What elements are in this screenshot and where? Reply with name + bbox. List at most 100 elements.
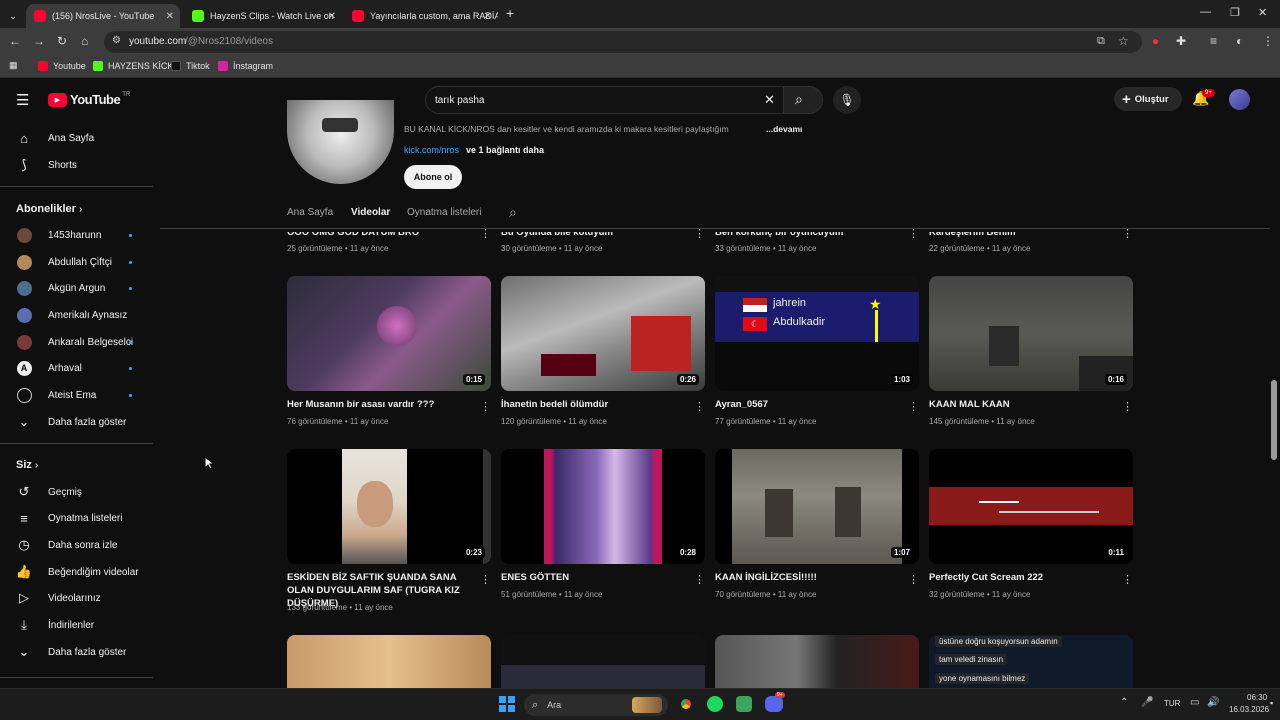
video-title[interactable]: İhanetin bedeli ölümdür bbox=[501, 398, 681, 411]
subscriptions-heading[interactable]: Abonelikler › bbox=[16, 203, 82, 215]
more-icon[interactable]: ⋮ bbox=[1122, 227, 1133, 240]
youtube-logo[interactable]: ▶ YouTube TR bbox=[48, 92, 130, 107]
video-thumbnail[interactable] bbox=[715, 635, 919, 688]
sidebar-item-home[interactable]: ⌂ Ana Sayfa bbox=[0, 125, 153, 151]
sidebar-item-history[interactable]: ↺ Geçmiş bbox=[0, 479, 153, 505]
sidebar-show-more-subs[interactable]: ⌄ Daha fazla göster bbox=[0, 409, 153, 435]
video-title[interactable]: KAAN MAL KAAN bbox=[929, 398, 1109, 411]
account-avatar[interactable] bbox=[1229, 89, 1250, 110]
extension-icon[interactable]: ● bbox=[1152, 34, 1159, 48]
sidebar-sub-ankarali[interactable]: Ankaralı Belgeselci bbox=[0, 329, 153, 355]
notification-center-icon[interactable]: ▪ bbox=[1270, 698, 1273, 708]
language-indicator[interactable]: TUR bbox=[1164, 699, 1180, 708]
sidebar-item-downloads[interactable]: ⤓ İndirilenler bbox=[0, 612, 153, 638]
microphone-icon[interactable]: 🎤 bbox=[1141, 697, 1153, 708]
menu-icon[interactable]: ⋮ bbox=[1262, 34, 1274, 48]
reload-icon[interactable]: ↻ bbox=[57, 34, 67, 48]
channel-link[interactable]: kick.com/nros bbox=[404, 145, 459, 155]
video-title[interactable]: ENES GÖTTEN bbox=[501, 571, 681, 584]
tab-search-button[interactable]: ⌄ bbox=[4, 4, 22, 28]
close-icon[interactable]: ✕ bbox=[484, 11, 492, 22]
clock-time[interactable]: 06:30 bbox=[1247, 693, 1267, 702]
description-more-link[interactable]: ...devamı bbox=[766, 124, 802, 134]
sidebar-sub-1453harunn[interactable]: 1453harunn bbox=[0, 222, 153, 248]
install-app-icon[interactable]: ⧉ bbox=[1097, 35, 1105, 48]
search-button[interactable]: ⌕ bbox=[783, 86, 823, 114]
more-icon[interactable]: ⋮ bbox=[1122, 400, 1133, 413]
bookmark-tiktok[interactable]: Tiktok bbox=[171, 61, 210, 71]
more-icon[interactable]: ⋮ bbox=[694, 400, 705, 413]
apps-grid-icon[interactable]: ▦ bbox=[9, 60, 18, 71]
video-title[interactable]: Her Musanın bir asası vardır ??? bbox=[287, 398, 467, 411]
video-thumbnail[interactable]: jahrein ☾ Abdulkadir ★ 1:03 bbox=[715, 276, 919, 391]
more-icon[interactable]: ⋮ bbox=[1122, 573, 1133, 586]
new-tab-icon[interactable]: + bbox=[506, 5, 514, 21]
sidebar-sub-amerikali[interactable]: Amerikalı Aynasız bbox=[0, 302, 153, 328]
clear-search-icon[interactable]: ✕ bbox=[764, 92, 775, 108]
create-button[interactable]: + Oluştur bbox=[1114, 87, 1182, 111]
video-thumbnail[interactable]: 0:15 bbox=[287, 276, 491, 391]
star-icon[interactable]: ☆ bbox=[1118, 34, 1129, 48]
media-icon[interactable]: ≡ bbox=[1210, 34, 1217, 48]
more-icon[interactable]: ⋮ bbox=[480, 400, 491, 413]
channel-avatar[interactable] bbox=[287, 100, 394, 184]
bookmark-youtube[interactable]: Youtube bbox=[38, 61, 86, 71]
site-info-icon[interactable]: ⚙ bbox=[112, 35, 121, 46]
video-thumbnail[interactable]: 1:07 bbox=[715, 449, 919, 564]
restore-icon[interactable]: ❐ bbox=[1230, 6, 1240, 19]
tab-videos[interactable]: Videolar bbox=[351, 207, 390, 218]
video-thumbnail[interactable]: 0:23 bbox=[287, 449, 491, 564]
minimize-icon[interactable]: — bbox=[1200, 6, 1211, 18]
more-icon[interactable]: ⋮ bbox=[908, 400, 919, 413]
tab-youtube[interactable]: (156) NrosLive - YouTube ✕ bbox=[26, 4, 180, 28]
more-icon[interactable]: ⋮ bbox=[480, 227, 491, 240]
tab-playlists[interactable]: Oynatma listeleri bbox=[407, 207, 481, 218]
scrollbar-thumb[interactable] bbox=[1271, 380, 1277, 460]
back-icon[interactable]: ← bbox=[9, 34, 21, 48]
video-title[interactable]: KAAN İNGİLİZCESİ!!!!! bbox=[715, 571, 895, 584]
sidebar-sub-ateist[interactable]: Ateist Ema bbox=[0, 382, 153, 408]
subscribe-button[interactable]: Abone ol bbox=[404, 165, 462, 189]
clock-date[interactable]: 16.03.2026 bbox=[1229, 705, 1269, 714]
video-thumbnail[interactable]: 0:11 bbox=[929, 449, 1133, 564]
more-icon[interactable]: ⋮ bbox=[694, 573, 705, 586]
video-thumbnail[interactable]: 0:28 bbox=[501, 449, 705, 564]
app-icon[interactable] bbox=[736, 696, 752, 712]
chevron-up-icon[interactable]: ⌃ bbox=[1120, 697, 1128, 708]
sidebar-show-more-you[interactable]: ⌄ Daha fazla göster bbox=[0, 639, 153, 665]
network-icon[interactable]: ▭ bbox=[1190, 697, 1199, 708]
channel-search-icon[interactable]: ⌕ bbox=[509, 204, 517, 221]
close-window-icon[interactable]: ✕ bbox=[1258, 6, 1267, 19]
bookmark-instagram[interactable]: İnstagram bbox=[218, 61, 273, 71]
sidebar-sub-akgun[interactable]: Akgün Argun bbox=[0, 275, 153, 301]
video-title[interactable]: Ayran_0567 bbox=[715, 398, 895, 411]
sidebar-item-your-videos[interactable]: ▷ Videolarınız bbox=[0, 585, 153, 611]
spotify-icon[interactable] bbox=[707, 696, 723, 712]
search-input[interactable]: tarık pasha ✕ bbox=[425, 86, 785, 114]
puzzle-icon[interactable]: ✚ bbox=[1176, 34, 1186, 48]
video-thumbnail[interactable]: üstüne doğru koşuyorsun adamın tam veled… bbox=[929, 635, 1133, 688]
video-thumbnail[interactable] bbox=[501, 635, 705, 688]
tab-kick-clips[interactable]: HayzenS Clips - Watch Live on ✕ bbox=[184, 4, 342, 28]
address-bar[interactable]: ⚙ youtube.com /@Nros2108/videos ⧉ ☆ bbox=[104, 31, 1142, 53]
video-thumbnail[interactable] bbox=[287, 635, 491, 688]
tab-home[interactable]: Ana Sayfa bbox=[287, 207, 333, 218]
close-icon[interactable]: ✕ bbox=[328, 11, 336, 22]
windows-start-icon[interactable] bbox=[499, 696, 515, 712]
bookmark-kick[interactable]: HAYZENS KİCK bbox=[93, 61, 173, 71]
tab-youtube-custom[interactable]: Yayıncılarla custom, ama RADİA ✕ bbox=[344, 4, 498, 28]
profile-icon[interactable]: ◐ bbox=[1236, 34, 1243, 48]
discord-icon[interactable] bbox=[765, 696, 783, 712]
more-icon[interactable]: ⋮ bbox=[908, 227, 919, 240]
more-icon[interactable]: ⋮ bbox=[908, 573, 919, 586]
chrome-icon[interactable] bbox=[678, 696, 694, 712]
close-icon[interactable]: ✕ bbox=[166, 11, 174, 22]
more-links[interactable]: ve 1 bağlantı daha bbox=[466, 145, 544, 155]
video-title[interactable]: Perfectly Cut Scream 222 bbox=[929, 571, 1109, 584]
forward-icon[interactable]: → bbox=[33, 34, 45, 48]
more-icon[interactable]: ⋮ bbox=[694, 227, 705, 240]
hamburger-menu-icon[interactable]: ☰ bbox=[16, 91, 29, 109]
more-icon[interactable]: ⋮ bbox=[480, 573, 491, 586]
sidebar-item-watch-later[interactable]: ◷ Daha sonra izle bbox=[0, 532, 153, 558]
sidebar-sub-abdullah[interactable]: Abdullah Çiftçi bbox=[0, 249, 153, 275]
